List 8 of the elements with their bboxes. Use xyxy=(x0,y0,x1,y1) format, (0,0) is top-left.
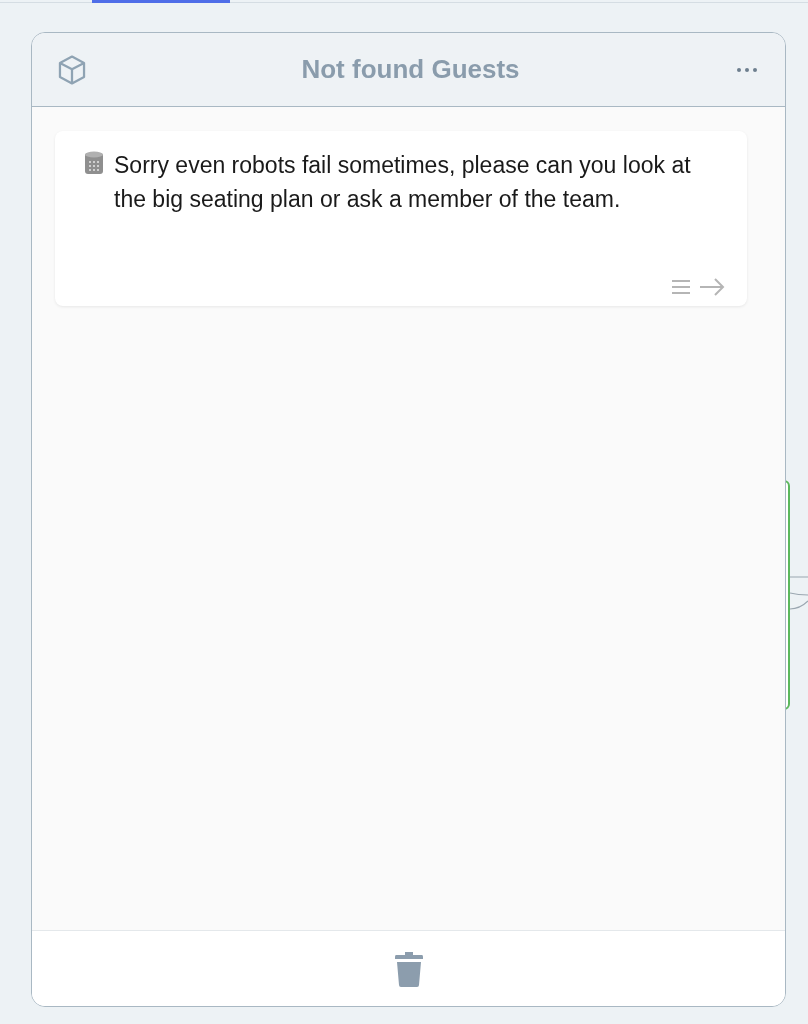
list-icon[interactable] xyxy=(671,278,691,296)
trash-icon xyxy=(393,949,424,988)
card-title: Not found Guests xyxy=(301,54,520,84)
message-text[interactable]: Sorry even robots fail sometimes, please can you look at the big seating plan or ask a member of the team. xyxy=(114,148,714,216)
delete-button[interactable] xyxy=(393,949,424,988)
arrow-right-icon[interactable] xyxy=(699,278,725,296)
connector-line xyxy=(790,575,808,611)
cylinder-icon xyxy=(84,151,104,175)
